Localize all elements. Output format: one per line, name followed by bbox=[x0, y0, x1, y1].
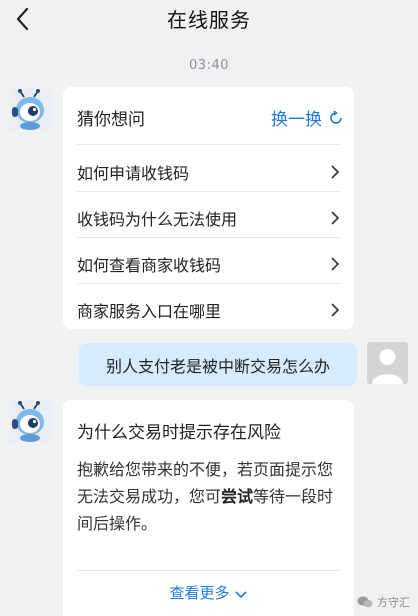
bot-avatar-icon bbox=[9, 400, 51, 442]
answer-title: 为什么交易时提示存在风险 bbox=[77, 423, 281, 443]
page-title: 在线服务 bbox=[167, 8, 251, 32]
view-more-button[interactable]: 查看更多 bbox=[63, 582, 354, 606]
question-item-1[interactable]: 如何申请收钱码 bbox=[77, 149, 340, 195]
chevron-right-icon bbox=[331, 211, 340, 225]
view-more-label: 查看更多 bbox=[169, 584, 230, 602]
message-timestamp: 03:40 bbox=[189, 58, 229, 73]
bot-avatar-icon bbox=[9, 88, 51, 130]
user-message-bubble: 别人支付老是被中断交易怎么办 bbox=[79, 343, 357, 386]
watermark: 方守汇 bbox=[357, 594, 410, 610]
answer-card: 为什么交易时提示存在风险 抱歉给您带来的不便，若页面提示您无法交易成功，您可尝试… bbox=[63, 400, 354, 616]
question-label: 如何申请收钱码 bbox=[77, 164, 190, 183]
divider bbox=[77, 144, 340, 145]
divider bbox=[77, 237, 340, 238]
refresh-label: 换一换 bbox=[271, 110, 322, 130]
divider bbox=[77, 283, 340, 284]
chevron-right-icon bbox=[331, 165, 340, 179]
top-bar: 在线服务 bbox=[0, 0, 418, 36]
wechat-icon bbox=[357, 596, 373, 608]
divider bbox=[77, 570, 340, 571]
chevron-right-icon bbox=[331, 257, 340, 271]
question-item-3[interactable]: 如何查看商家收钱码 bbox=[77, 241, 340, 287]
chevron-down-icon bbox=[234, 591, 247, 599]
card-title: 猜你想问 bbox=[77, 110, 145, 130]
question-label: 收钱码为什么无法使用 bbox=[77, 210, 238, 229]
divider bbox=[77, 191, 340, 192]
question-label: 如何查看商家收钱码 bbox=[77, 256, 222, 275]
watermark-text: 方守汇 bbox=[377, 596, 410, 609]
question-item-4[interactable]: 商家服务入口在哪里 bbox=[77, 287, 340, 333]
question-item-2[interactable]: 收钱码为什么无法使用 bbox=[77, 195, 340, 241]
refresh-icon bbox=[330, 109, 342, 124]
user-avatar-icon bbox=[367, 342, 408, 384]
question-label: 商家服务入口在哪里 bbox=[77, 302, 222, 321]
suggested-questions-card: 猜你想问 换一换 如何申请收钱码 收钱码为什么无法使用 如何查看商家收钱码 商家… bbox=[63, 87, 354, 329]
user-message-text: 别人支付老是被中断交易怎么办 bbox=[105, 356, 330, 376]
refresh-button[interactable]: 换一换 bbox=[271, 105, 344, 130]
answer-body: 抱歉给您带来的不便，若页面提示您无法交易成功，您可尝试等待一段时间后操作。 bbox=[77, 456, 343, 537]
chevron-right-icon bbox=[331, 303, 340, 317]
answer-emphasis: 尝试 bbox=[221, 487, 254, 506]
